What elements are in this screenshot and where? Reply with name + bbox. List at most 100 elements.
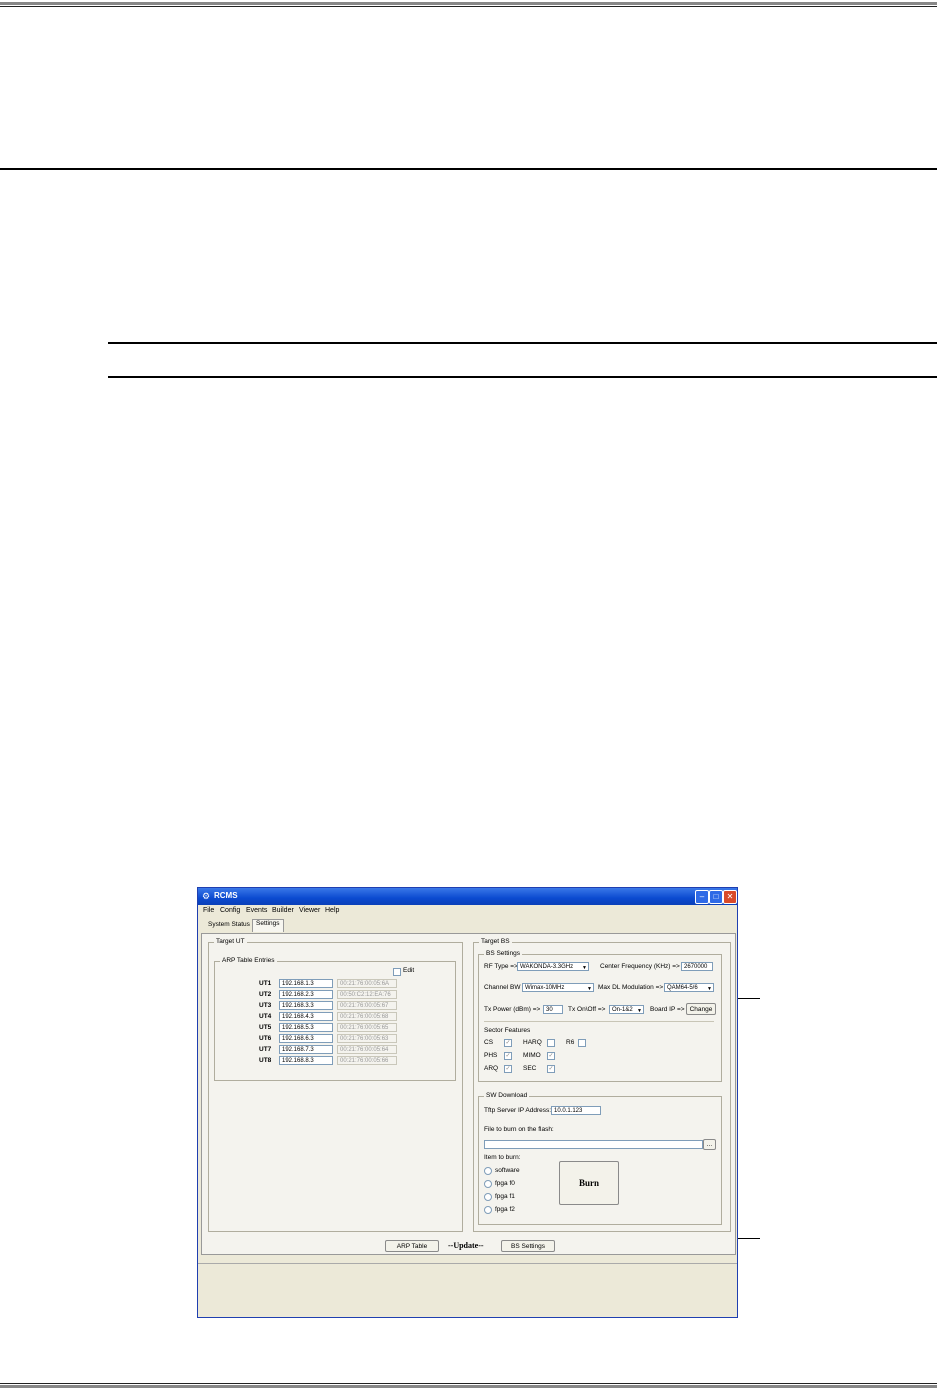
feature-arq-label: ARQ [484,1065,499,1072]
sw-download-group: SW Download Tftp Server IP Address: 10.0… [478,1092,722,1225]
feature-mimo-checkbox[interactable]: ✓ [547,1052,555,1060]
footer-rule-thin [0,1383,937,1384]
header-rule-thin [0,6,937,7]
tab-system-status[interactable]: System Status [205,921,253,931]
rf-type-select[interactable]: WAKONDA-3.3GHz ▼ [517,962,589,971]
change-button[interactable]: Change [686,1003,716,1015]
feature-r6-checkbox[interactable] [578,1039,586,1047]
item-to-burn-label: Item to burn: [484,1154,521,1161]
menu-config[interactable]: Config [220,907,240,914]
tx-onoff-select[interactable]: On-1&2 ▼ [609,1005,644,1014]
file-path-field[interactable] [484,1140,703,1149]
radio-fpga-f2[interactable] [484,1206,492,1214]
center-frequency-field[interactable]: 2670000 [681,962,713,971]
ut-ip-field[interactable]: 192.168.2.3 [279,990,333,999]
ut-ip-field[interactable]: 192.168.5.3 [279,1023,333,1032]
feature-arq-checkbox[interactable]: ✓ [504,1065,512,1073]
tab-settings[interactable]: Settings [252,919,284,932]
ut-mac-field: 00:21:76:00:05:68 [337,1012,397,1021]
bs-settings-button[interactable]: BS Settings [501,1240,555,1252]
ut-mac-field: 00:21:76:00:05:66 [337,1056,397,1065]
radio-fpga-f0[interactable] [484,1180,492,1188]
feature-r6-label: R6 [566,1039,575,1046]
board-ip-label: Board IP => [650,1006,685,1013]
chevron-down-icon: ▼ [582,965,587,971]
close-button[interactable]: ✕ [723,890,737,904]
tx-power-label: Tx Power (dBm) => [484,1006,541,1013]
footer-rule [0,1385,937,1388]
tx-onoff-value: On-1&2 [612,1007,633,1013]
target-bs-label: Target BS [479,938,512,945]
header-rule [0,2,937,5]
max-dl-modulation-label: Max DL Modulation => [598,984,664,991]
app-icon: ⚙ [202,891,211,901]
ut-label: UT8 [259,1057,272,1064]
ut-ip-field[interactable]: 192.168.3.3 [279,1001,333,1010]
tx-power-field[interactable]: 30 [543,1005,563,1014]
target-ut-label: Target UT [214,938,247,945]
ut-mac-field: 00:21:76:00:05:65 [337,1023,397,1032]
maximize-button[interactable]: □ [709,890,723,904]
chevron-down-icon: ▼ [707,986,712,992]
edit-checkbox[interactable] [393,968,401,976]
note-rule-top [108,342,937,344]
tx-onoff-label: Tx On\Off => [568,1006,606,1013]
tab-bar: System Status Settings [198,918,737,932]
channel-bw-value: Wimax-10MHz [525,985,565,991]
ut-label: UT6 [259,1035,272,1042]
arp-table-label: ARP Table Entries [220,957,277,964]
section-rule [0,168,937,170]
radio-fpga-f2-label: fpga f2 [495,1206,515,1213]
max-dl-modulation-select[interactable]: QAM64-5/6 ▼ [664,983,714,992]
feature-phs-label: PHS [484,1052,498,1059]
radio-fpga-f0-label: fpga f0 [495,1180,515,1187]
tftp-ip-field[interactable]: 10.0.1.123 [551,1106,601,1115]
ut-label: UT5 [259,1024,272,1031]
burn-button[interactable]: Burn [559,1161,619,1205]
browse-button[interactable]: ... [703,1139,716,1150]
ut-ip-field[interactable]: 192.168.8.3 [279,1056,333,1065]
menu-bar: File Config Events Builder Viewer Help [198,906,737,917]
chevron-down-icon: ▼ [587,986,592,992]
ut-ip-field[interactable]: 192.168.1.3 [279,979,333,988]
target-bs-group: Target BS BS Settings RF Type => WAKONDA… [473,938,731,1232]
radio-fpga-f1[interactable] [484,1193,492,1201]
channel-bw-select[interactable]: Wimax-10MHz ▼ [522,983,594,992]
feature-harq-checkbox[interactable] [547,1039,555,1047]
menu-file[interactable]: File [203,907,214,914]
feature-sec-checkbox[interactable]: ✓ [547,1065,555,1073]
bs-settings-group: BS Settings RF Type => WAKONDA-3.3GHz ▼ C… [478,950,722,1082]
menu-events[interactable]: Events [246,907,267,914]
rcms-window-screenshot: ⚙ RCMS – □ ✕ File Config Events Builder … [197,887,738,1318]
divider [484,1021,714,1022]
menu-help[interactable]: Help [325,907,339,914]
feature-cs-label: CS [484,1039,494,1046]
minimize-button[interactable]: – [695,890,709,904]
ut-label: UT3 [259,1002,272,1009]
radio-software-label: software [495,1167,520,1174]
ut-ip-field[interactable]: 192.168.6.3 [279,1034,333,1043]
bs-settings-label: BS Settings [484,950,522,957]
arp-table-button[interactable]: ARP Table [385,1240,439,1252]
edit-label: Edit [403,967,415,974]
chevron-down-icon: ▼ [637,1008,642,1014]
ut-label: UT2 [259,991,272,998]
sw-download-label: SW Download [484,1092,530,1099]
max-dl-modulation-value: QAM64-5/6 [667,985,698,991]
ut-ip-field[interactable]: 192.168.7.3 [279,1045,333,1054]
ut-ip-field[interactable]: 192.168.4.3 [279,1012,333,1021]
menu-builder[interactable]: Builder [272,907,294,914]
title-bar: ⚙ RCMS – □ ✕ [198,888,737,905]
radio-software[interactable] [484,1167,492,1175]
ut-mac-field: 00:21:76:00:05:64 [337,1045,397,1054]
feature-phs-checkbox[interactable]: ✓ [504,1052,512,1060]
rf-type-value: WAKONDA-3.3GHz [520,964,574,970]
center-frequency-label: Center Frequency (KHz) => [600,963,680,970]
ut-mac-field: 00:21:76:00:05:6A [337,979,397,988]
settings-panel: Target UT ARP Table Entries Edit UT1 192… [201,933,736,1255]
ut-mac-field: 00:50:C2:12:EA:76 [337,990,397,999]
ut-label: UT1 [259,980,272,987]
menu-viewer[interactable]: Viewer [299,907,320,914]
arp-table-group: ARP Table Entries Edit UT1 192.168.1.3 0… [214,957,456,1081]
feature-cs-checkbox[interactable]: ✓ [504,1039,512,1047]
